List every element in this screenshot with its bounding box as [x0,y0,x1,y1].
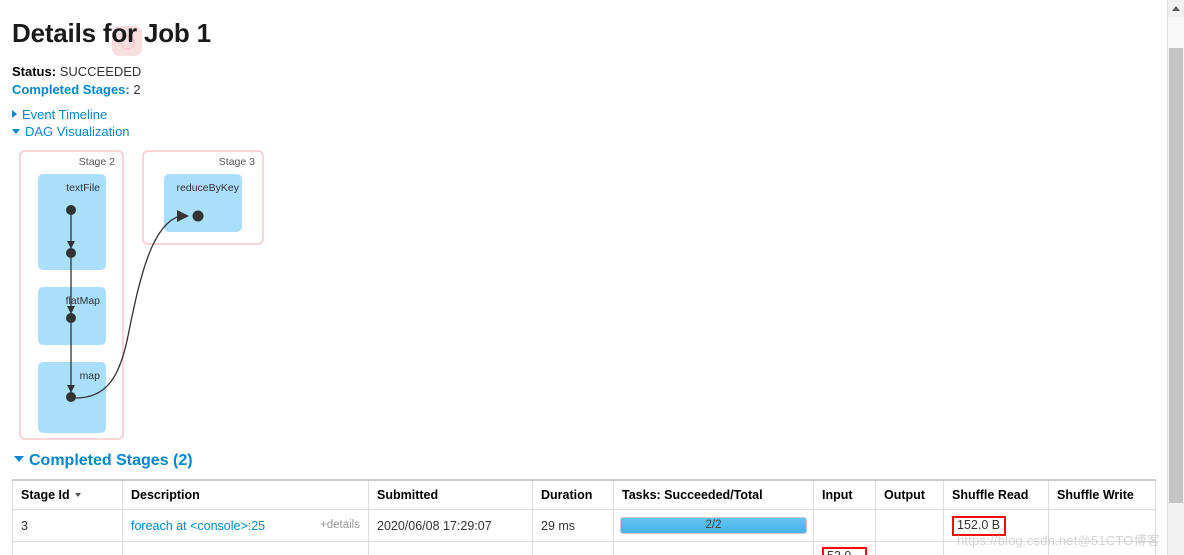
column-header-shuffle-read[interactable]: Shuffle Read [943,479,1049,510]
column-header-description[interactable]: Description [122,479,369,510]
highlight-box-input: 53.0 B [822,547,867,555]
dag-node-flatmap [66,313,76,323]
cell-duration: 29 ms [532,509,614,542]
vertical-scrollbar[interactable] [1167,0,1184,555]
toggle-links: Event Timeline DAG Visualization [12,107,1156,140]
cell-tasks: 2/2 [613,541,814,555]
scrollbar-thumb[interactable] [1169,48,1183,503]
status-row: Status: SUCCEEDED [12,63,1156,80]
task-progress-label: 2/2 [705,519,722,531]
cell-description: foreach at <console>:25 +details [122,509,369,542]
dag-rdd-label-reducebykey: reduceByKey [177,182,240,194]
cell-input: 53.0 B [813,541,876,555]
details-toggle-link[interactable]: +details [320,519,360,531]
cell-submitted: 2020/06/08 17:29:07 [368,509,533,542]
dag-rdd-label-textfile: textFile [66,182,100,194]
cell-duration: 71 ms [532,541,614,555]
column-label-stage-id: Stage Id [21,488,70,502]
chevron-right-icon [12,110,17,118]
cell-stage-id: 3 [12,509,123,542]
dag-visualization: Stage 2 textFile flatMap map Stage 3 red… [12,146,1156,446]
page-title: Details for Job 1 [12,18,211,48]
completed-stages-section-header[interactable]: Completed Stages (2) [14,452,1156,470]
column-header-stage-id[interactable]: Stage Id [12,479,123,510]
dag-node-map [66,392,76,402]
completed-stages-row: Completed Stages: 2 [12,81,1156,98]
cell-tasks: 2/2 [613,509,814,542]
dag-rdd-label-map: map [80,370,101,382]
cell-shuffle-read: 152.0 B [943,509,1049,542]
cell-submitted: 2020/06/08 17:29:07 [368,541,533,555]
status-label: Status: [12,64,57,79]
toggle-dag-visualization-label: DAG Visualization [25,124,130,139]
highlight-box-shuffle-read: 152.0 B [952,515,1007,536]
column-header-input[interactable]: Input [813,479,876,510]
scrollbar-gutter[interactable] [1168,17,1184,48]
page-content: Details for Job 1 Status: SUCCEEDED Comp… [0,0,1168,555]
completed-stages-label: Completed Stages: [12,82,130,97]
cell-output [875,541,944,555]
dag-svg: Stage 2 textFile flatMap map Stage 3 red… [19,150,264,440]
dag-node-textfile-bottom [66,248,76,258]
table-row: 3 foreach at <console>:25 +details 2020/… [12,509,1156,542]
dag-node-textfile-top [66,205,76,215]
sort-desc-icon [74,493,81,497]
chevron-down-icon-stages [14,456,24,462]
toggle-event-timeline[interactable]: Event Timeline [12,107,1156,123]
spark-job-page: Details for Job 1 Status: SUCCEEDED Comp… [0,0,1168,555]
dag-stage-label-0: Stage 2 [79,156,115,168]
status-value: SUCCEEDED [59,64,142,79]
cell-input [813,509,876,542]
column-header-output[interactable]: Output [875,479,944,510]
toggle-dag-visualization[interactable]: DAG Visualization [12,124,1156,140]
dag-node-reducebykey [192,210,204,222]
table-header-row: Stage Id Description Submitted Duration … [12,479,1156,510]
cell-output [875,509,944,542]
column-header-duration[interactable]: Duration [532,479,614,510]
cell-description: map at <console>:25 +details [122,541,369,555]
completed-stages-table: Stage Id Description Submitted Duration … [12,479,1156,555]
cell-shuffle-write: 152.0 B [1048,541,1156,555]
cell-shuffle-read [943,541,1049,555]
column-header-shuffle-write[interactable]: Shuffle Write [1048,479,1156,510]
cell-stage-id: 2 [12,541,123,555]
chevron-down-icon [12,129,20,134]
task-progress-bar: 2/2 [620,517,807,534]
dag-stage-label-1: Stage 3 [219,156,255,168]
column-header-tasks[interactable]: Tasks: Succeeded/Total [613,479,814,510]
scroll-up-arrow-icon[interactable] [1168,0,1184,17]
completed-stages-value: 2 [133,82,141,97]
toggle-event-timeline-label: Event Timeline [22,107,108,122]
cell-shuffle-write [1048,509,1156,542]
stage-description-link[interactable]: foreach at <console>:25 [131,519,265,533]
column-header-submitted[interactable]: Submitted [368,479,533,510]
completed-stages-header-label: Completed Stages (2) [29,452,193,469]
table-row: 2 map at <console>:25 +details 2020/06/0… [12,541,1156,555]
